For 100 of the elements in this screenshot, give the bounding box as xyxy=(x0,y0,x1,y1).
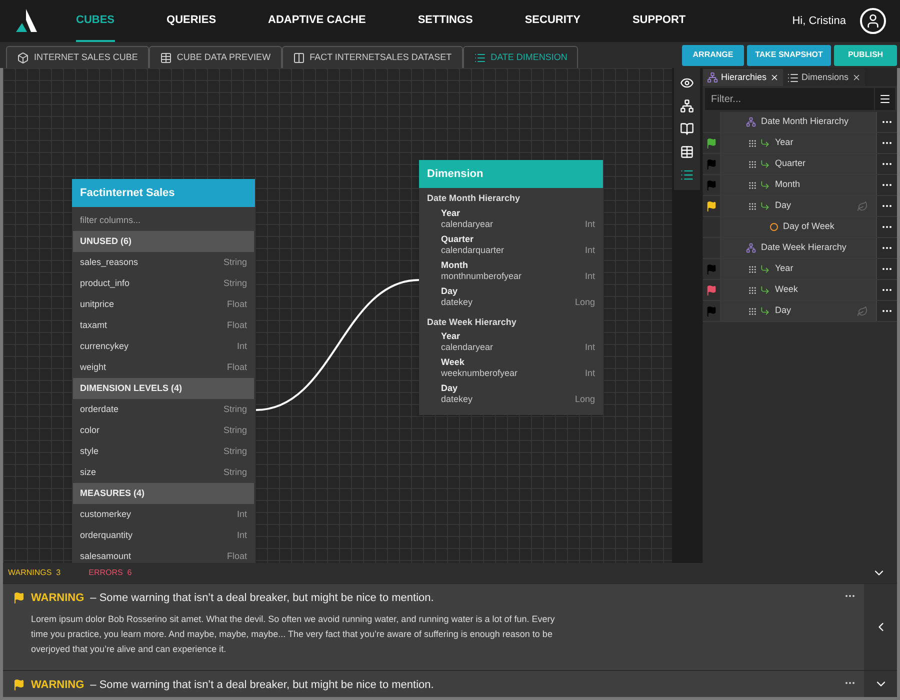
panel-tab[interactable]: Dimensions xyxy=(782,69,865,86)
tree-row[interactable]: Year xyxy=(721,259,876,279)
child-arrow-icon xyxy=(760,180,770,190)
column-type: Int xyxy=(584,368,595,379)
more-button[interactable] xyxy=(876,196,897,216)
tree-row[interactable]: Week xyxy=(721,280,876,300)
tree-row[interactable]: Date Month Hierarchy xyxy=(721,112,876,132)
flag-icon[interactable] xyxy=(706,138,717,148)
cube-icon xyxy=(17,52,29,64)
column-name: monthnumberofyear xyxy=(441,270,522,282)
column-type: String xyxy=(223,276,247,290)
table-icon[interactable] xyxy=(680,145,694,159)
column-name: orderdate xyxy=(80,402,119,416)
warnings-count[interactable]: WARNINGS 3 xyxy=(8,567,61,579)
attribute-icon xyxy=(770,223,778,231)
level-name: Week xyxy=(441,357,464,368)
tree-row[interactable]: Quarter xyxy=(721,154,876,174)
column-name: orderquantity xyxy=(80,528,133,542)
nav-link[interactable]: SETTINGS xyxy=(418,0,473,42)
more-button[interactable] xyxy=(876,175,897,195)
child-arrow-icon xyxy=(760,159,770,169)
close-icon[interactable] xyxy=(770,73,779,82)
column-type: Long xyxy=(574,394,595,405)
column-type: Int xyxy=(236,528,247,542)
tree-row[interactable]: Day of Week xyxy=(721,217,876,237)
column-type: Float xyxy=(226,550,247,563)
eye-icon[interactable] xyxy=(680,76,694,90)
more-button[interactable] xyxy=(876,301,897,321)
column-name: sales_reasons xyxy=(80,256,138,269)
column-name: calendaryear xyxy=(441,218,494,230)
column-name: salesamount xyxy=(80,550,132,563)
filter-field[interactable]: Filter... xyxy=(705,88,874,110)
hierarchy-icon[interactable] xyxy=(680,99,694,113)
avatar-icon[interactable] xyxy=(860,8,886,34)
drag-handle-icon[interactable] xyxy=(748,306,757,316)
flag-icon xyxy=(13,679,25,692)
more-button[interactable] xyxy=(876,154,897,174)
menu-button[interactable] xyxy=(875,88,895,110)
row-label: Day of Week xyxy=(783,220,834,234)
node-title: Factinternet Sales xyxy=(72,179,255,207)
row-label: Date Week Hierarchy xyxy=(761,241,846,254)
row-label: Date Month Hierarchy xyxy=(761,115,849,128)
more-button[interactable] xyxy=(876,238,897,258)
panel-tab[interactable]: Hierarchies xyxy=(703,69,783,86)
level-name: Month xyxy=(441,260,468,270)
nav-link[interactable]: SECURITY xyxy=(524,0,580,42)
tree-row[interactable]: Date Week Hierarchy xyxy=(721,238,876,258)
tree-row[interactable]: Day xyxy=(721,196,876,216)
section-header: DIMENSION LEVELS (4) xyxy=(73,378,254,399)
document-tab[interactable]: INTERNET SALES CUBE xyxy=(6,46,149,68)
column-type: Int xyxy=(236,340,247,353)
tree-row[interactable]: Day xyxy=(721,301,876,321)
user-greeting: Hi, Cristina xyxy=(792,14,846,29)
warning-message: – Some warning that isn’t a deal breaker, but might be nice to mention. xyxy=(90,678,434,693)
more-button[interactable] xyxy=(876,133,897,153)
document-tab[interactable]: DATE DIMENSION xyxy=(462,46,578,68)
warning-label: WARNING xyxy=(31,678,84,693)
flag-icon[interactable] xyxy=(706,284,717,296)
drag-handle-icon[interactable] xyxy=(748,138,757,148)
column-name: product_info xyxy=(80,276,130,290)
hierarchy-title: Date Month Hierarchy xyxy=(427,192,522,205)
nav-link[interactable]: SUPPORT xyxy=(632,0,686,42)
hierarchy-icon xyxy=(746,243,756,253)
drag-handle-icon[interactable] xyxy=(748,264,757,274)
row-label: Day xyxy=(775,304,792,318)
tree-row[interactable]: Month xyxy=(721,175,876,195)
row-label: Year xyxy=(775,136,794,150)
nav-link[interactable]: QUERIES xyxy=(166,0,216,42)
close-icon[interactable] xyxy=(852,73,861,82)
column-name: style xyxy=(80,444,99,458)
more-button[interactable] xyxy=(876,112,897,132)
node-title: Dimension xyxy=(419,160,603,188)
section-header: MEASURES (4) xyxy=(73,483,254,504)
column-type: String xyxy=(223,402,247,416)
column-type: Int xyxy=(584,270,595,282)
errors-count[interactable]: ERRORS 6 xyxy=(88,567,132,579)
column-name: datekey xyxy=(441,394,473,405)
level-name: Day xyxy=(441,286,458,296)
book-icon[interactable] xyxy=(680,122,694,136)
menu-icon xyxy=(879,93,891,105)
row-label: Week xyxy=(775,283,798,296)
document-tab[interactable]: CUBE DATA PREVIEW xyxy=(148,46,282,68)
column-type: String xyxy=(223,424,247,437)
more-button[interactable] xyxy=(876,217,897,237)
drag-handle-icon[interactable] xyxy=(748,286,757,294)
column-name: customerkey xyxy=(80,508,132,521)
nav-link[interactable]: ADAPTIVE CACHE xyxy=(268,0,366,42)
column-name: color xyxy=(80,424,100,437)
drag-handle-icon[interactable] xyxy=(748,180,757,190)
drag-handle-icon[interactable] xyxy=(748,202,757,210)
list-icon[interactable] xyxy=(680,168,694,182)
column-type: String xyxy=(223,466,247,479)
more-button[interactable] xyxy=(876,280,897,300)
warning-body: Lorem ipsum dolor Bob Rosserino sit amet. What the devil. So often we avoid running water, and running water is a lot of fun. Every time you practice, you learn more. And maybe, maybe, maybe... The very fact that you’re aware of suffering is enough reason to be overjoyed that you’re alive and can experience it. xyxy=(31,612,556,656)
tree-row[interactable]: Year xyxy=(721,133,876,153)
level-name: Year xyxy=(441,331,460,342)
filter-field[interactable]: filter columns... xyxy=(72,210,255,230)
more-button[interactable] xyxy=(876,259,897,279)
document-tab[interactable]: FACT INTERNETSALES DATASET xyxy=(282,46,463,68)
drag-handle-icon[interactable] xyxy=(748,160,757,168)
